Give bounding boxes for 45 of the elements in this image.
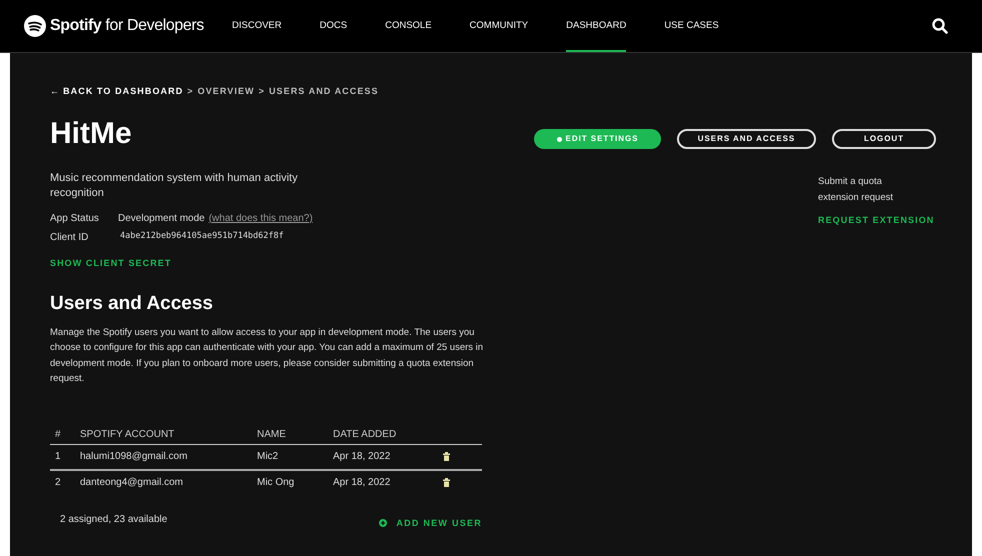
search-icon[interactable]: [932, 18, 948, 34]
spotify-logo-icon[interactable]: [24, 15, 46, 37]
brand-name[interactable]: Spotify: [50, 14, 102, 38]
column-header: SPOTIFY ACCOUNT: [80, 424, 257, 444]
nav-link[interactable]: USE CASES: [664, 0, 719, 52]
client-id-label: Client ID: [50, 230, 90, 244]
table-cell: Mic Ong: [257, 470, 333, 494]
action-button[interactable]: USERS AND ACCESS: [677, 129, 816, 149]
column-header: DATE ADDED: [333, 424, 443, 444]
show-client-secret-link[interactable]: SHOW CLIENT SECRET: [50, 256, 172, 270]
assignment-summary: 2 assigned, 23 available: [60, 512, 168, 527]
table-cell: 1: [50, 444, 80, 470]
back-to-dashboard-link[interactable]: ← BACK TO DASHBOARD: [50, 85, 184, 98]
nav-link[interactable]: DOCS: [320, 0, 348, 52]
nav-link[interactable]: DISCOVER: [232, 0, 282, 52]
trash-icon[interactable]: [443, 452, 450, 462]
add-icon: [379, 519, 388, 528]
table-cell: danteong4@gmail.com: [80, 470, 257, 494]
trash-icon[interactable]: [443, 478, 450, 487]
column-header: NAME: [257, 424, 333, 444]
table-cell: halumi1098@gmail.com: [80, 444, 257, 470]
column-header: #: [50, 424, 80, 444]
request-extension-link[interactable]: REQUEST EXTENSION: [818, 214, 936, 228]
breadcrumb-separator: >: [187, 85, 194, 98]
breadcrumb-link[interactable]: OVERVIEW: [198, 85, 255, 98]
breadcrumb-separator: >: [258, 85, 265, 98]
client-id-value: 4abe212beb964105ae951b714bd62f8f: [119, 230, 285, 242]
brand-suffix[interactable]: for Developers: [105, 14, 204, 38]
table-cell: Apr 18, 2022: [333, 470, 443, 494]
table-cell: Apr 18, 2022: [333, 444, 443, 470]
section-description: Manage the Spotify users you want to allow access to your app in development mode. The users you choose to configure for this app can authenticate with your app. You can add a maximum of 25 users in development mode. If you plan to onboard more users, please consider submitting a quota extension request.: [50, 326, 484, 386]
add-new-user-link[interactable]: ADD NEW USER: [379, 516, 482, 530]
section-title: Users and Access: [50, 292, 214, 316]
app-status-label: App Status: [50, 212, 100, 226]
nav-link[interactable]: COMMUNITY: [470, 0, 528, 52]
quota-text: Submit a quota extension request: [818, 175, 894, 205]
table-cell: Mic2: [257, 444, 333, 470]
app-status-value: Development mode: [118, 212, 205, 226]
nav-link[interactable]: CONSOLE: [385, 0, 432, 52]
action-button[interactable]: LOGOUT: [832, 129, 936, 149]
breadcrumb-link[interactable]: USERS AND ACCESS: [268, 85, 379, 98]
app-description: Music recommendation system with human activity recognition: [50, 170, 299, 200]
status-help-link[interactable]: (what does this mean?): [208, 210, 313, 226]
table-cell: 2: [50, 470, 80, 494]
app-title: HitMe: [50, 118, 133, 148]
